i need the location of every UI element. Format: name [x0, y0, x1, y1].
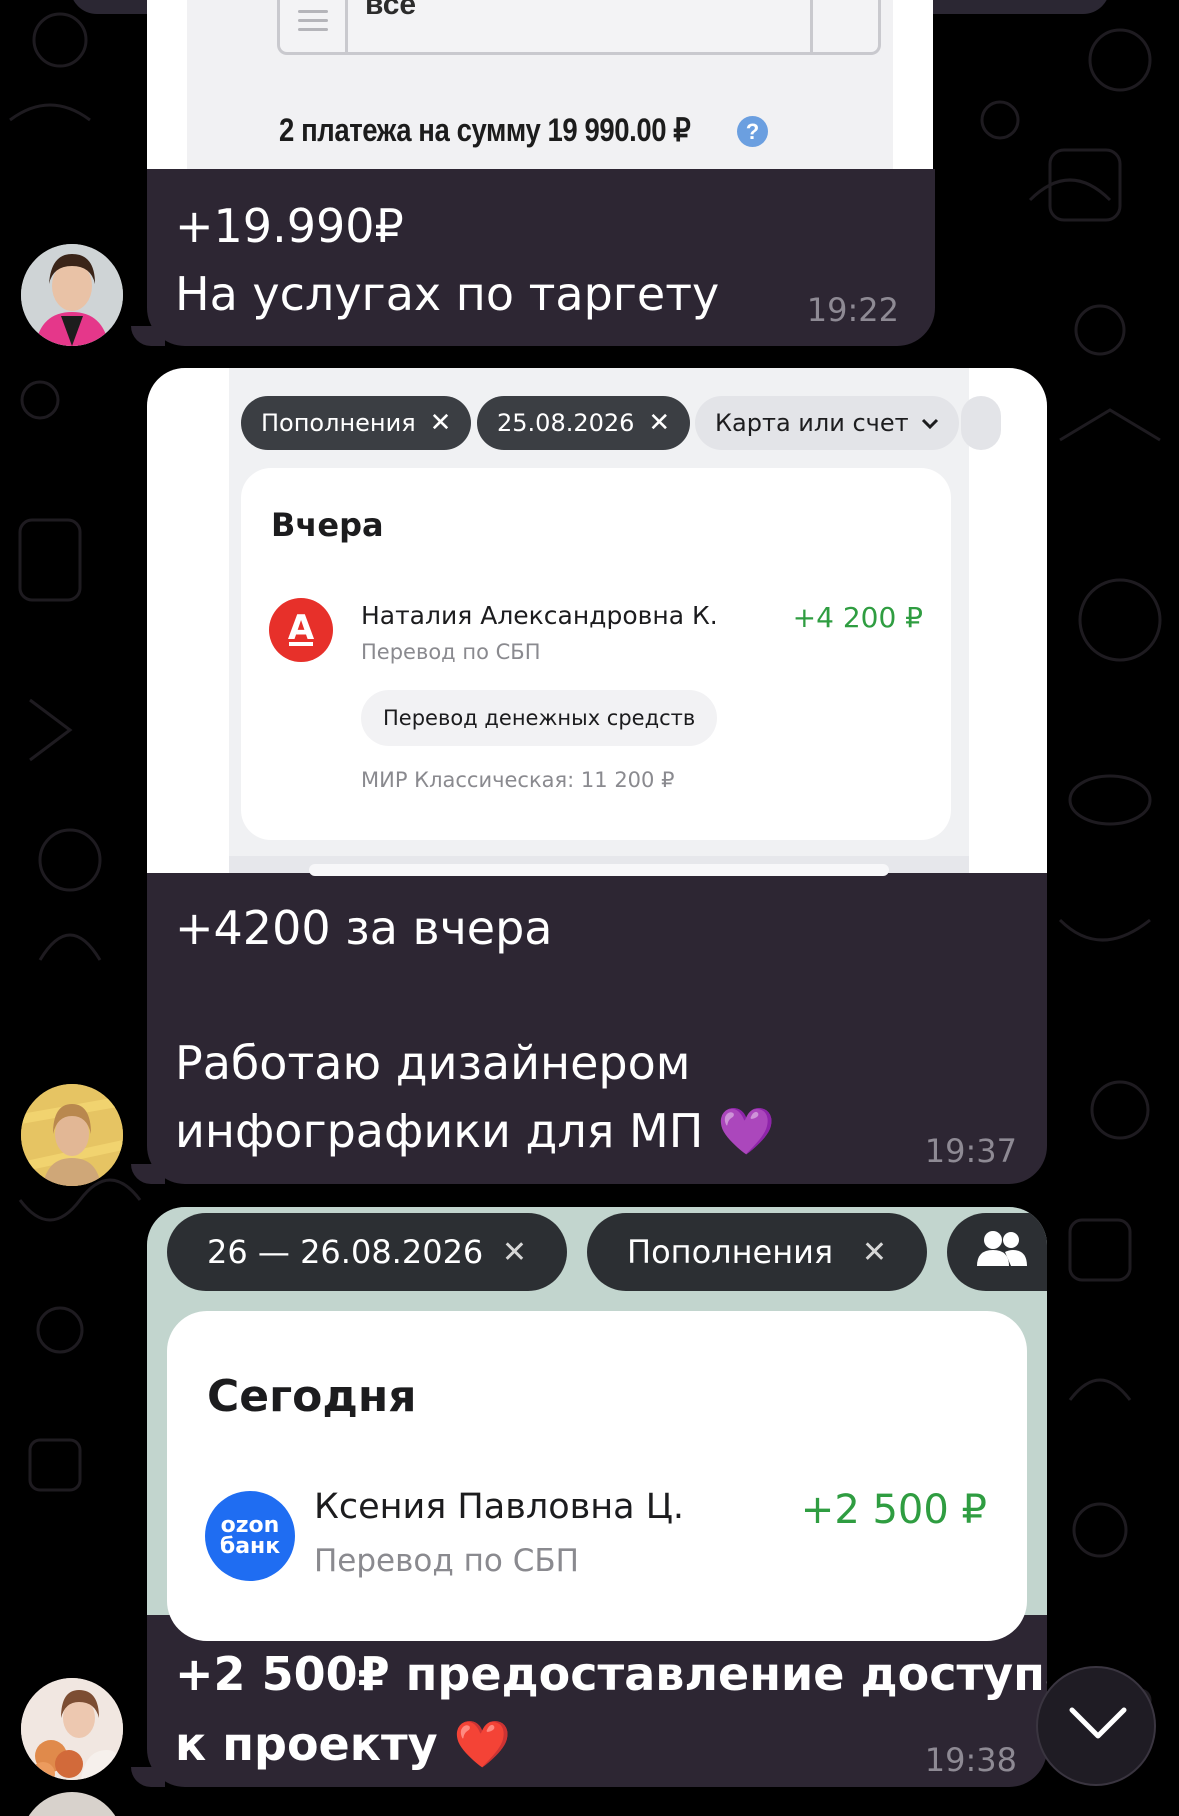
message-bubble-2: Пополнения ✕ 25.08.2026 ✕ Карта или счет…	[147, 368, 1047, 1184]
chip-date-range[interactable]: 26 — 26.08.2026 ✕	[167, 1213, 567, 1291]
chip-date[interactable]: 25.08.2026 ✕	[477, 396, 691, 450]
chip-partial[interactable]	[961, 396, 1001, 450]
payment-amount: +2 500 ₽	[800, 1487, 987, 1533]
payer-name: Ксения Павловна Ц.	[314, 1487, 684, 1527]
users-icon	[975, 1228, 1027, 1276]
message-text: Работаю дизайнером	[175, 1036, 691, 1090]
message-text: к проекту ❤️	[175, 1717, 511, 1771]
help-icon: ?	[737, 116, 768, 147]
avatar[interactable]	[21, 1678, 123, 1780]
message-text: инфографики для МП 💜	[175, 1104, 776, 1158]
payment-method: Перевод по СБП	[314, 1543, 579, 1579]
day-heading: Вчера	[271, 506, 384, 544]
close-icon[interactable]: ✕	[502, 1235, 527, 1270]
logo-text: банк	[219, 1534, 281, 1559]
payer-name: Наталия Александровна К.	[361, 601, 718, 630]
message-bubble-1: +19.990₽ На услугах по таргету 19:22	[147, 169, 935, 346]
payment-screenshot-3[interactable]: 26 — 26.08.2026 ✕ Пополнения ✕ Сегодня o…	[147, 1207, 1047, 1641]
payment-method: Перевод по СБП	[361, 640, 541, 664]
payment-amount: +4 200 ₽	[792, 601, 923, 634]
filter-field-text: все	[365, 0, 417, 21]
screenshot-panel: все 2 платежа на сумму 19 990.00 ₽ ?	[187, 0, 893, 169]
message-bubble-3: 26 — 26.08.2026 ✕ Пополнения ✕ Сегодня o…	[147, 1207, 1047, 1787]
card-balance: МИР Классическая: 11 200 ₽	[361, 768, 675, 792]
payment-tag: Перевод денежных средств	[361, 690, 718, 746]
message-time: 19:38	[924, 1741, 1017, 1779]
transaction-card: Сегодня ozon банк Ксения Павловна Ц. Пер…	[167, 1311, 1027, 1641]
chip-label: 26 — 26.08.2026	[207, 1233, 484, 1271]
chip-card-or-account[interactable]: Карта или счет	[695, 396, 959, 450]
chevron-down-icon	[1069, 1707, 1127, 1739]
list-icon	[298, 10, 328, 37]
chip-label: Карта или счет	[715, 409, 909, 437]
chevron-down-icon	[921, 411, 939, 436]
message-time: 19:22	[806, 291, 899, 329]
message-time: 19:37	[924, 1132, 1017, 1170]
payments-summary: 2 платежа на сумму 19 990.00 ₽	[279, 112, 691, 148]
chip-deposits[interactable]: Пополнения ✕	[587, 1213, 927, 1291]
scroll-down-button[interactable]	[1036, 1666, 1156, 1786]
avatar[interactable]	[21, 1792, 123, 1816]
message-text: +4200 за вчера	[175, 901, 553, 955]
chip-users[interactable]	[947, 1213, 1047, 1291]
close-icon[interactable]: ✕	[430, 408, 452, 438]
chip-deposits[interactable]: Пополнения ✕	[241, 396, 472, 450]
message-text: +19.990₽	[175, 199, 404, 253]
filter-field: все	[277, 0, 881, 55]
alfa-bank-logo-icon: А	[269, 598, 333, 662]
chip-label: 25.08.2026	[497, 409, 635, 437]
bubble-tail	[131, 1767, 165, 1787]
ozon-bank-logo-icon: ozon банк	[205, 1491, 295, 1581]
payment-screenshot-1[interactable]: все 2 платежа на сумму 19 990.00 ₽ ?	[147, 0, 933, 169]
bubble-tail	[131, 1164, 165, 1184]
message-text: +2 500₽ предоставление доступа	[175, 1647, 1047, 1701]
day-heading: Сегодня	[207, 1371, 417, 1422]
message-text: На услугах по таргету	[175, 267, 720, 321]
avatar[interactable]	[21, 244, 123, 346]
chip-label: Пополнения	[261, 409, 416, 437]
close-icon[interactable]: ✕	[648, 408, 670, 438]
bubble-tail	[131, 326, 165, 346]
avatar[interactable]	[21, 1084, 123, 1186]
close-icon[interactable]: ✕	[862, 1235, 887, 1270]
transaction-card: Вчера А Наталия Александровна К. Перевод…	[241, 468, 951, 840]
chip-label: Пополнения	[627, 1233, 834, 1271]
payment-screenshot-2[interactable]: Пополнения ✕ 25.08.2026 ✕ Карта или счет…	[147, 368, 1047, 876]
